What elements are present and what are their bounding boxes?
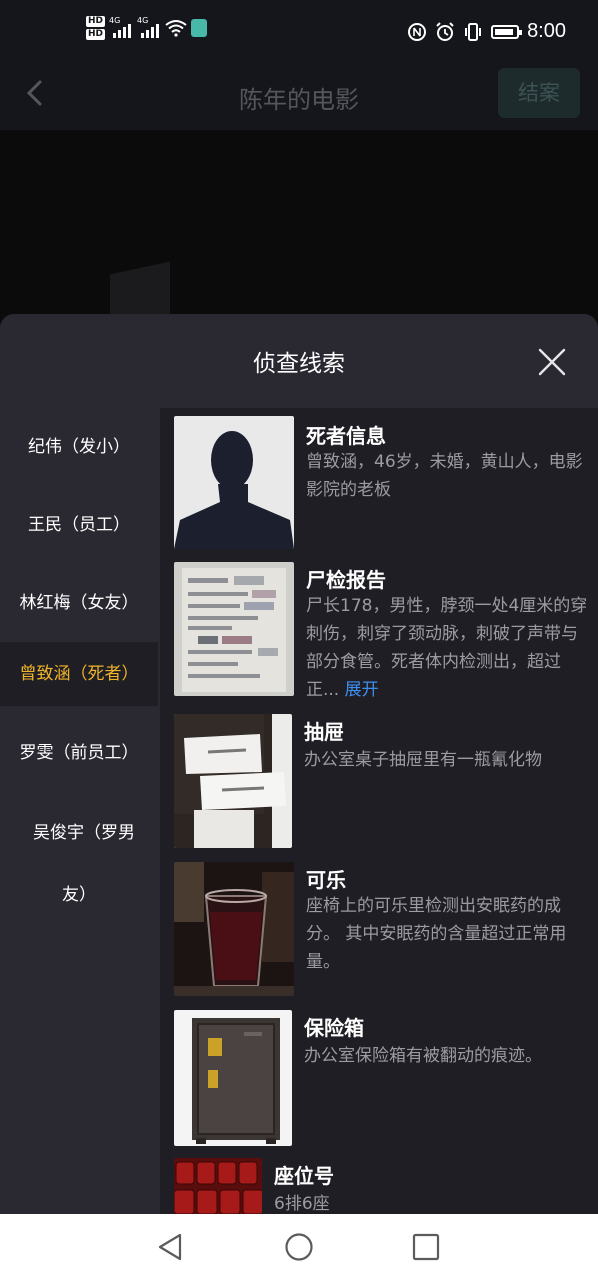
nav-back-icon[interactable]	[154, 1231, 186, 1263]
clue-item[interactable]: 座位号 6排6座	[160, 1158, 598, 1214]
status-left: HD HD 4G 4G	[86, 16, 208, 40]
clues-sheet: 侦查线索 纪伟（发小） 王民（员工） 林红梅（女友） 曾致涵（死者） 罗雯（前员…	[0, 314, 598, 1214]
autopsy-report-photo	[174, 562, 294, 696]
close-case-button[interactable]: 结案	[498, 68, 580, 118]
suspect-label-line1: 吴俊宇（罗男	[33, 823, 135, 843]
clue-title: 可乐	[306, 868, 346, 892]
clue-item[interactable]: 可乐 座椅上的可乐里检测出安眠药的成分。 其中安眠药的含量超过正常用量。	[160, 862, 598, 1006]
clue-item[interactable]: 尸检报告 尸长178，男性，脖颈一处4厘米的穿刺伤，刺穿了颈动脉，刺破了声带与部…	[160, 562, 598, 706]
suspect-item-jiwei[interactable]: 纪伟（发小）	[0, 408, 158, 486]
status-bar: HD HD 4G 4G 8:00	[0, 0, 598, 64]
suspect-sidebar: 纪伟（发小） 王民（员工） 林红梅（女友） 曾致涵（死者） 罗雯（前员工） 吴俊…	[0, 408, 158, 1214]
signal-icon: 4G	[109, 16, 133, 38]
clue-description: 6排6座	[274, 1194, 330, 1214]
cinema-seats-photo	[174, 1158, 262, 1214]
suspect-item-wujunyu[interactable]: 吴俊宇（罗男 友）	[0, 794, 158, 918]
clue-list[interactable]: 死者信息 曾致涵，46岁，未婚，黄山人，电影影院的老板 尸检报告 尸长178，男…	[160, 408, 598, 1214]
clue-title: 尸检报告	[306, 568, 386, 592]
hd-badge-2: HD	[86, 29, 106, 40]
suspect-item-luowen[interactable]: 罗雯（前员工）	[0, 714, 158, 792]
clue-title: 保险箱	[304, 1016, 364, 1040]
clue-description: 尸长178，男性，脖颈一处4厘米的穿刺伤，刺穿了颈动脉，刺破了声带与部分食管。死…	[306, 592, 590, 704]
nfc-icon	[408, 22, 427, 41]
alarm-icon	[436, 21, 454, 41]
network-type-2: 4G	[137, 16, 149, 25]
scene-background	[0, 130, 598, 330]
vibrate-icon	[465, 22, 482, 41]
suspect-label-line2: 友）	[62, 885, 96, 905]
clock: 8:00	[527, 20, 566, 42]
app-notification-icon	[191, 19, 208, 37]
suspect-item-linhongmei[interactable]: 林红梅（女友）	[0, 564, 158, 642]
clue-description: 办公室保险箱有被翻动的痕迹。	[304, 1046, 542, 1066]
signal-icon-2: 4G	[137, 16, 161, 38]
system-nav-bar	[0, 1214, 598, 1279]
victim-photo	[174, 416, 294, 549]
sheet-title: 侦查线索	[253, 351, 345, 377]
safe-photo	[174, 1010, 292, 1146]
status-right: 8:00	[407, 20, 566, 43]
clue-item[interactable]: 死者信息 曾致涵，46岁，未婚，黄山人，电影影院的老板	[160, 416, 598, 556]
network-type-1: 4G	[109, 16, 121, 25]
battery-icon	[491, 24, 523, 39]
clue-description: 座椅上的可乐里检测出安眠药的成分。 其中安眠药的含量超过正常用量。	[306, 896, 567, 972]
clue-title: 抽屉	[304, 720, 344, 744]
clue-item[interactable]: 保险箱 办公室保险箱有被翻动的痕迹。	[160, 1010, 598, 1156]
nav-home-icon[interactable]	[283, 1231, 315, 1263]
close-icon[interactable]	[536, 346, 568, 378]
expand-link[interactable]: 展开	[345, 680, 379, 700]
clue-description: 曾致涵，46岁，未婚，黄山人，电影影院的老板	[306, 452, 583, 500]
nav-recents-icon[interactable]	[410, 1231, 442, 1263]
hd-indicators: HD HD	[86, 16, 106, 40]
clue-description: 办公室桌子抽屉里有一瓶氰化物	[304, 750, 542, 770]
title-bar: 陈年的电影 结案	[0, 64, 598, 130]
clue-title: 死者信息	[306, 424, 386, 448]
clue-item[interactable]: 抽屉 办公室桌子抽屉里有一瓶氰化物	[160, 714, 598, 854]
cola-glass-photo	[174, 862, 294, 996]
hd-badge-1: HD	[86, 16, 106, 27]
clue-title: 座位号	[274, 1164, 334, 1188]
wifi-icon	[165, 20, 187, 37]
suspect-item-wangmin[interactable]: 王民（员工）	[0, 486, 158, 564]
suspect-item-zengzhihan[interactable]: 曾致涵（死者）	[0, 642, 158, 706]
drawer-photo	[174, 714, 292, 848]
